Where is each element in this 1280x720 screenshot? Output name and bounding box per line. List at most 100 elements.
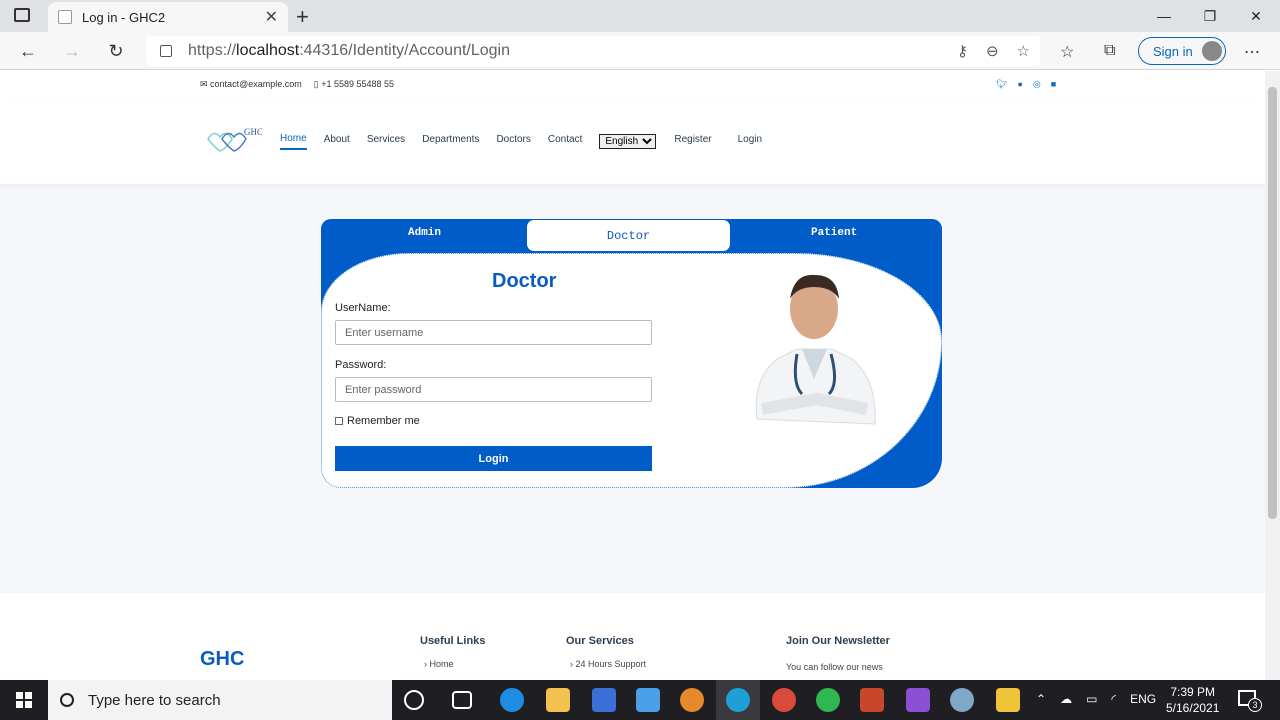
remember-label: Remember me [347,415,420,427]
powerpoint-icon[interactable] [860,688,884,712]
url-host: localhost [236,42,300,59]
url-path: :44316/Identity/Account/Login [299,42,511,59]
file-explorer-icon[interactable] [546,688,570,712]
search-placeholder: Type here to search [88,691,221,709]
nav-services[interactable]: Services [367,134,405,149]
new-tab-icon[interactable]: + [296,4,309,30]
chevron-up-icon[interactable]: ⌃ [1036,692,1046,706]
nav-home[interactable]: Home [280,133,307,150]
contact-bar: ✉ contact@example.com ▯ +1 5589 55488 55… [0,71,1265,97]
footer-newsletter-text: You can follow our news [786,662,883,672]
remember-checkbox[interactable] [335,417,343,425]
zoom-icon[interactable]: ⊖ [986,42,999,60]
sign-in-label: Sign in [1153,43,1193,59]
search-icon [60,693,74,707]
sign-in-button[interactable]: Sign in [1138,37,1226,65]
refresh-icon[interactable]: ↻ [102,38,130,64]
url-prefix: https:// [188,42,237,59]
notification-count: 3 [1248,698,1262,712]
login-card: Admin Doctor Patient Doctor UserName: En… [321,219,942,488]
mail-icon[interactable] [636,688,660,712]
login-button[interactable]: Login [335,446,652,471]
notifications-icon[interactable]: 3 [1238,690,1262,712]
login-form: Doctor UserName: Enter username Password… [321,253,942,488]
tab-actions-icon[interactable] [14,8,30,22]
edge-icon[interactable] [726,688,750,712]
language-indicator[interactable]: ENG [1130,692,1156,706]
clock-date: 5/16/2021 [1166,701,1220,715]
site-logo[interactable]: GHC [206,125,263,155]
footer-link-home[interactable]: › Home [424,659,454,669]
instagram-icon[interactable]: ◎ [1033,79,1041,90]
password-input[interactable]: Enter password [335,377,652,402]
form-title: Doctor [492,270,557,292]
page-scrollbar[interactable] [1265,71,1280,680]
nav-register[interactable]: Register [674,134,711,149]
nav-about[interactable]: About [324,134,350,149]
scrollbar-thumb[interactable] [1268,87,1277,519]
tab-patient[interactable]: Patient [811,227,857,239]
footer-brand: GHC [200,648,245,670]
key-icon[interactable]: ⚷ [957,42,968,60]
footer-newsletter: Join Our Newsletter [786,635,890,647]
page-viewport: ✉ contact@example.com ▯ +1 5589 55488 55… [0,71,1265,680]
nav-login[interactable]: Login [738,134,762,149]
chrome-icon[interactable] [772,688,796,712]
add-favorite-icon[interactable]: ☆ [1017,42,1030,60]
cloud-icon[interactable]: ☁ [1060,692,1072,706]
email-text: ✉ contact@example.com [200,79,302,89]
page-icon [58,10,72,24]
svg-text:GHC: GHC [244,127,262,137]
windows-start-icon[interactable] [16,692,32,708]
store-icon[interactable] [592,688,616,712]
footer-useful-links: Useful Links [420,635,486,647]
restore-icon[interactable]: ❐ [1187,0,1233,32]
phone-text: ▯ +1 5589 55488 55 [313,79,395,89]
app-icon[interactable] [950,688,974,712]
doctor-photo [755,274,876,425]
task-view-icon[interactable] [452,691,472,709]
tab-title: Log in - GHC2 [82,9,166,25]
language-select[interactable]: English [599,134,657,149]
whatsapp-icon[interactable] [816,688,840,712]
system-tray: ⌃ ☁ ▭ ◜ ENG [1036,692,1156,706]
firefox-icon[interactable] [680,688,704,712]
main-nav: Home About Services Departments Doctors … [280,133,779,150]
close-window-icon[interactable]: ✕ [1233,0,1279,32]
nav-doctors[interactable]: Doctors [496,134,530,149]
tab-admin[interactable]: Admin [408,227,441,239]
more-menu-icon[interactable]: ⋯ [1244,42,1260,62]
linkedin-icon[interactable]: ■ [1051,79,1056,90]
edge-dev-icon[interactable] [500,688,524,712]
lock-icon [160,45,172,57]
cortana-icon[interactable] [404,690,424,710]
tab-doctor[interactable]: Doctor [527,220,730,251]
taskbar: Type here to search ⌃ ☁ ▭ ◜ ENG 7:39 PM … [0,680,1280,720]
favorites-icon[interactable]: ☆ [1060,42,1074,62]
visual-studio-icon[interactable] [906,688,930,712]
minimize-icon[interactable]: — [1141,0,1187,32]
close-tab-icon[interactable]: ✕ [265,7,278,27]
battery-icon[interactable]: ▭ [1086,692,1097,706]
username-input[interactable]: Enter username [335,320,652,345]
address-bar[interactable]: https://localhost:44316/Identity/Account… [146,36,1040,66]
forward-icon[interactable]: → [58,38,86,64]
collections-icon[interactable]: ⧉ [1104,42,1115,60]
remember-me[interactable]: Remember me [335,415,420,427]
back-icon[interactable]: ← [14,38,42,64]
nav-departments[interactable]: Departments [422,134,479,149]
site-footer: GHC Useful Links › Home Our Services › 2… [0,593,1265,680]
role-tabs: Admin Doctor Patient [321,219,942,253]
twitter-icon[interactable]: 🐦︎ [996,79,1007,90]
edge-active-slot[interactable] [716,680,760,720]
nav-contact[interactable]: Contact [548,134,582,149]
taskbar-search[interactable]: Type here to search [48,680,392,720]
notes-icon[interactable] [996,688,1020,712]
taskbar-clock[interactable]: 7:39 PM 5/16/2021 [1166,684,1219,716]
browser-tab[interactable]: Log in - GHC2 ✕ [48,2,288,32]
footer-service-support[interactable]: › 24 Hours Support [570,659,646,669]
username-label: UserName: [335,302,391,314]
facebook-icon[interactable]: ● [1017,79,1022,90]
site-header: GHC Home About Services Departments Doct… [0,97,1265,184]
wifi-icon[interactable]: ◜ [1111,692,1116,706]
